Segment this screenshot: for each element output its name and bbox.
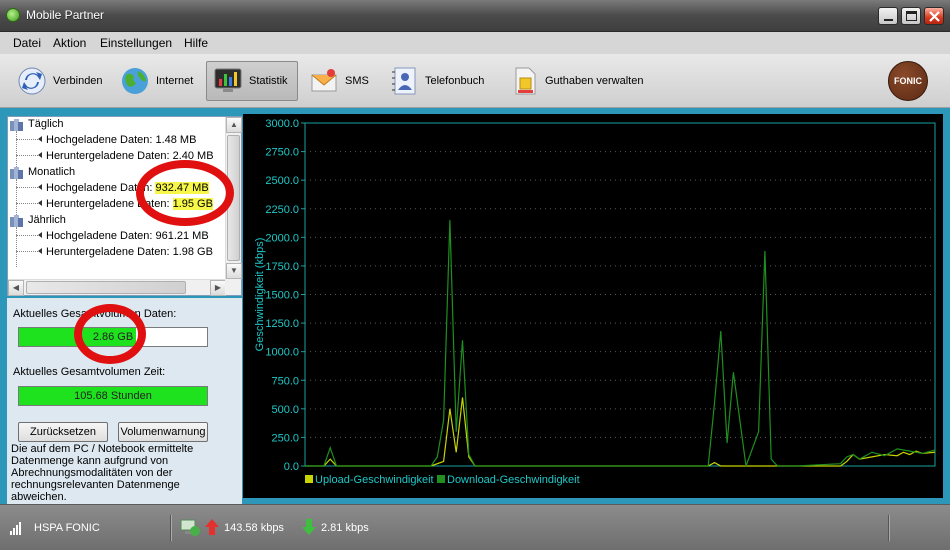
arrow-left-icon (38, 200, 42, 206)
volume-warning-button[interactable]: Volumenwarnung (118, 422, 208, 442)
tree-node-yearly[interactable]: Jährlich (28, 214, 66, 226)
toolbar-internet-label: Internet (156, 75, 194, 87)
series-line-0 (305, 397, 936, 467)
y-tick-label: 750.0 (271, 375, 299, 387)
title-bar: Mobile Partner (0, 0, 950, 32)
menu-bar: Datei Aktion Einstellungen Hilfe (0, 32, 950, 54)
total-time-value: 105.68 Stunden (74, 390, 152, 402)
statistics-icon (213, 66, 243, 96)
arrow-left-icon (38, 136, 42, 142)
download-arrow-icon (302, 519, 316, 538)
status-separator (170, 515, 172, 541)
status-separator (888, 515, 890, 541)
y-tick-label: 250.0 (271, 432, 299, 444)
tree-node-daily[interactable]: Täglich (28, 118, 63, 130)
minimize-button[interactable] (878, 7, 898, 25)
minimize-icon (884, 19, 893, 21)
status-bar: HSPA FONIC 143.58 kbps 2.81 kbps (0, 504, 950, 550)
upload-arrow-icon (205, 519, 219, 538)
toolbar-internet-button[interactable]: Internet (114, 61, 199, 101)
scroll-thumb[interactable] (26, 281, 186, 294)
close-icon (929, 11, 940, 22)
signal-icon (10, 521, 26, 538)
y-axis-label: Geschwindigkeit (kbps) (254, 238, 266, 352)
envelope-icon (309, 66, 339, 96)
y-tick-label: 2750.0 (265, 147, 299, 159)
maximize-button[interactable] (901, 7, 921, 25)
network-status: HSPA FONIC (34, 522, 100, 534)
toolbar-credit-label: Guthaben verwalten (545, 75, 644, 87)
y-tick-label: 500.0 (271, 404, 299, 416)
y-tick-label: 1000.0 (265, 347, 299, 359)
toolbar-phonebook-label: Telefonbuch (425, 75, 485, 87)
globe-icon (120, 66, 150, 96)
arrow-left-icon (38, 232, 42, 238)
annotation-circle (136, 160, 234, 226)
legend-label: Download-Geschwindigkeit (447, 474, 580, 486)
menu-aktion[interactable]: Aktion (53, 36, 86, 50)
connect-icon (17, 66, 47, 96)
series-line-1 (305, 220, 936, 467)
phonebook-icon (389, 66, 419, 96)
toolbar-sms-label: SMS (345, 75, 369, 87)
y-tick-label: 2500.0 (265, 175, 299, 187)
scroll-right-icon[interactable]: ▶ (210, 280, 226, 296)
toolbar-sms-button[interactable]: SMS (303, 61, 375, 101)
y-tick-label: 1500.0 (265, 290, 299, 302)
maximize-icon (906, 11, 917, 21)
folder-icon (10, 215, 24, 227)
y-tick-label: 2000.0 (265, 232, 299, 244)
upload-speed: 143.58 kbps (224, 522, 284, 534)
toolbar-credit-button[interactable]: Guthaben verwalten (503, 61, 649, 101)
toolbar-connect-button[interactable]: Verbinden (11, 61, 109, 101)
y-tick-label: 3000.0 (265, 118, 299, 130)
menu-datei[interactable]: Datei (13, 36, 41, 50)
close-button[interactable] (924, 7, 944, 25)
reset-button[interactable]: Zurücksetzen (18, 422, 108, 442)
menu-hilfe[interactable]: Hilfe (184, 36, 208, 50)
arrow-left-icon (38, 184, 42, 190)
y-tick-label: 0.0 (284, 461, 299, 473)
speed-chart-svg: 3000.0 2750.0 2500.0 2250.0 2000.0 1750.0 1500… (254, 118, 936, 486)
y-tick-label: 1750.0 (265, 261, 299, 273)
arrow-left-icon (38, 152, 42, 158)
menu-einstellungen[interactable]: Einstellungen (100, 36, 172, 50)
tree-yearly-uploaded[interactable]: Hochgeladene Daten: 961.21 MB (46, 230, 209, 242)
toolbar-statistics-button[interactable]: Statistik (206, 61, 298, 101)
annotation-circle (74, 304, 146, 364)
toolbar-statistics-label: Statistik (249, 75, 288, 87)
total-time-progress: 105.68 Stunden (18, 386, 208, 406)
arrow-left-icon (38, 248, 42, 254)
tree-daily-uploaded[interactable]: Hochgeladene Daten: 1.48 MB (46, 134, 196, 146)
y-tick-label: 1250.0 (265, 318, 299, 330)
network-computer-icon (180, 518, 202, 541)
scroll-down-icon[interactable]: ▼ (226, 263, 242, 279)
toolbar-phonebook-button[interactable]: Telefonbuch (383, 61, 490, 101)
tree-horizontal-scrollbar[interactable]: ◀ ▶ (8, 279, 226, 296)
y-tick-label: 2250.0 (265, 204, 299, 216)
sim-card-icon (509, 66, 539, 96)
speed-chart: 3000.0 2750.0 2500.0 2250.0 2000.0 1750.0 1500… (243, 114, 943, 498)
scroll-up-icon[interactable]: ▲ (226, 117, 242, 133)
download-speed: 2.81 kbps (321, 522, 369, 534)
info-text: Die auf dem PC / Notebook ermittelte Dat… (11, 443, 194, 503)
folder-icon (10, 119, 24, 131)
legend-swatch (305, 475, 313, 483)
total-time-label: Aktuelles Gesamtvolumen Zeit: (13, 366, 166, 378)
toolbar-connect-label: Verbinden (53, 75, 103, 87)
toolbar: Verbinden Internet Statistik SMS Telefon… (0, 54, 950, 108)
app-icon (6, 8, 20, 22)
tree-yearly-downloaded[interactable]: Heruntergeladene Daten: 1.98 GB (46, 246, 213, 258)
scroll-left-icon[interactable]: ◀ (8, 280, 24, 296)
folder-icon (10, 167, 24, 179)
window-title: Mobile Partner (26, 8, 105, 22)
main-area: Täglich Hochgeladene Daten: 1.48 MB Heru… (0, 108, 950, 504)
legend-label: Upload-Geschwindigkeit (315, 474, 434, 486)
legend-swatch (437, 475, 445, 483)
tree-node-monthly[interactable]: Monatlich (28, 166, 75, 178)
scroll-corner (225, 279, 241, 295)
fonic-logo: FONIC (888, 61, 928, 101)
